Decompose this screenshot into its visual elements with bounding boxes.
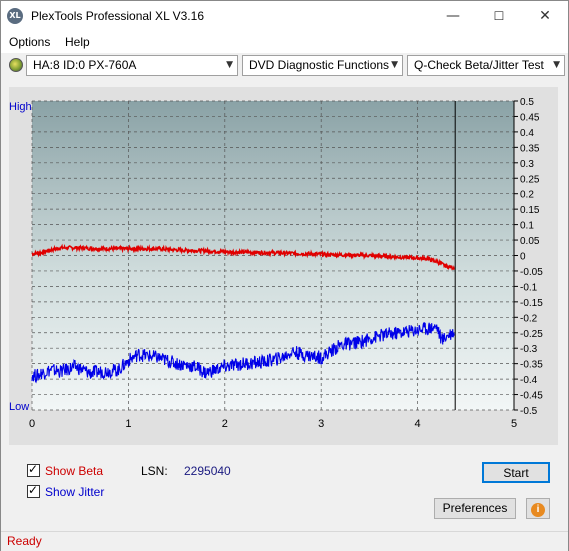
function-select-value: DVD Diagnostic Functions — [249, 58, 390, 72]
chevron-down-icon: ▼ — [553, 60, 560, 70]
show-jitter-label[interactable]: Show Jitter — [45, 485, 104, 499]
beta-jitter-chart: 0.5 0.45 0.4 0.35 0.3 0.25 0.2 0.15 0.1 0.05 0 -0.0… — [9, 97, 543, 430]
x-tick-label: 3 — [318, 418, 324, 430]
test-select[interactable]: Q-Check Beta/Jitter Test ▼ — [407, 55, 565, 76]
test-select-value: Q-Check Beta/Jitter Test — [414, 58, 544, 72]
status-text: Ready — [7, 534, 42, 548]
drive-select-value: HA:8 ID:0 PX-760A — [33, 58, 137, 72]
show-beta-label[interactable]: Show Beta — [45, 464, 103, 478]
lsn-value: 2295040 — [184, 464, 231, 478]
y-tick-label: -0.15 — [520, 298, 543, 309]
y-tick-label: -0.4 — [520, 375, 538, 386]
status-bar: Ready — [1, 531, 568, 551]
y-tick-label: 0.15 — [520, 205, 540, 216]
menu-help[interactable]: Help — [65, 35, 90, 49]
y-tick-label: -0.2 — [520, 313, 538, 324]
y-tick-label: 0.5 — [520, 97, 534, 108]
low-label: Low — [9, 401, 29, 413]
maximize-button[interactable]: ☐ — [476, 1, 522, 31]
show-jitter-checkbox[interactable] — [27, 483, 40, 498]
y-tick-label: 0.3 — [520, 159, 534, 170]
options-panel: Show Beta Show Jitter LSN: 2295040 Start… — [9, 453, 558, 527]
function-select[interactable]: DVD Diagnostic Functions ▼ — [242, 55, 403, 76]
y-tick-label: 0.4 — [520, 128, 534, 139]
y-tick-label: -0.45 — [520, 391, 543, 402]
y-tick-label: -0.25 — [520, 329, 543, 340]
y-tick-label: 0.1 — [520, 221, 534, 232]
title-bar[interactable]: XL PlexTools Professional XL V3.16 — ☐ ✕ — [1, 1, 568, 31]
y-tick-label: 0.35 — [520, 143, 540, 154]
show-beta-checkbox[interactable] — [27, 462, 40, 477]
y-tick-label: -0.5 — [520, 406, 538, 417]
y-tick-label: -0.1 — [520, 282, 538, 293]
start-button[interactable]: Start — [482, 462, 550, 483]
close-button[interactable]: ✕ — [522, 1, 568, 31]
y-tick-label: 0.45 — [520, 112, 540, 123]
chevron-down-icon: ▼ — [391, 60, 398, 70]
y-tick-label: -0.35 — [520, 360, 543, 371]
x-tick-label: 0 — [29, 418, 35, 430]
app-window: XL PlexTools Professional XL V3.16 — ☐ ✕… — [0, 0, 569, 551]
drive-select[interactable]: HA:8 ID:0 PX-760A ▼ — [26, 55, 238, 76]
y-tick-label: 0 — [520, 252, 526, 263]
app-logo-icon: XL — [7, 8, 23, 24]
window-title: PlexTools Professional XL V3.16 — [31, 9, 204, 23]
lsn-label: LSN: — [141, 464, 168, 478]
y-tick-label: -0.05 — [520, 267, 543, 278]
chart-panel: 0.5 0.45 0.4 0.35 0.3 0.25 0.2 0.15 0.1 0.05 0 -0.0… — [9, 87, 558, 445]
toolbar: HA:8 ID:0 PX-760A ▼ DVD Diagnostic Funct… — [1, 53, 568, 79]
y-tick-label: 0.25 — [520, 174, 540, 185]
y-tick-label: -0.3 — [520, 344, 538, 355]
menu-options[interactable]: Options — [9, 35, 50, 49]
menu-bar: Options Help — [1, 31, 568, 53]
x-tick-label: 4 — [415, 418, 421, 430]
info-icon: i — [531, 503, 545, 517]
y-tick-label: 0.2 — [520, 190, 534, 201]
x-tick-label: 1 — [125, 418, 131, 430]
x-tick-label: 2 — [222, 418, 228, 430]
info-button[interactable]: i — [526, 498, 550, 519]
minimize-button[interactable]: — — [430, 1, 476, 31]
high-label: High — [9, 101, 32, 113]
preferences-button[interactable]: Preferences — [434, 498, 516, 519]
chevron-down-icon: ▼ — [226, 60, 233, 70]
x-tick-label: 5 — [511, 418, 517, 430]
y-tick-label: 0.05 — [520, 236, 540, 247]
